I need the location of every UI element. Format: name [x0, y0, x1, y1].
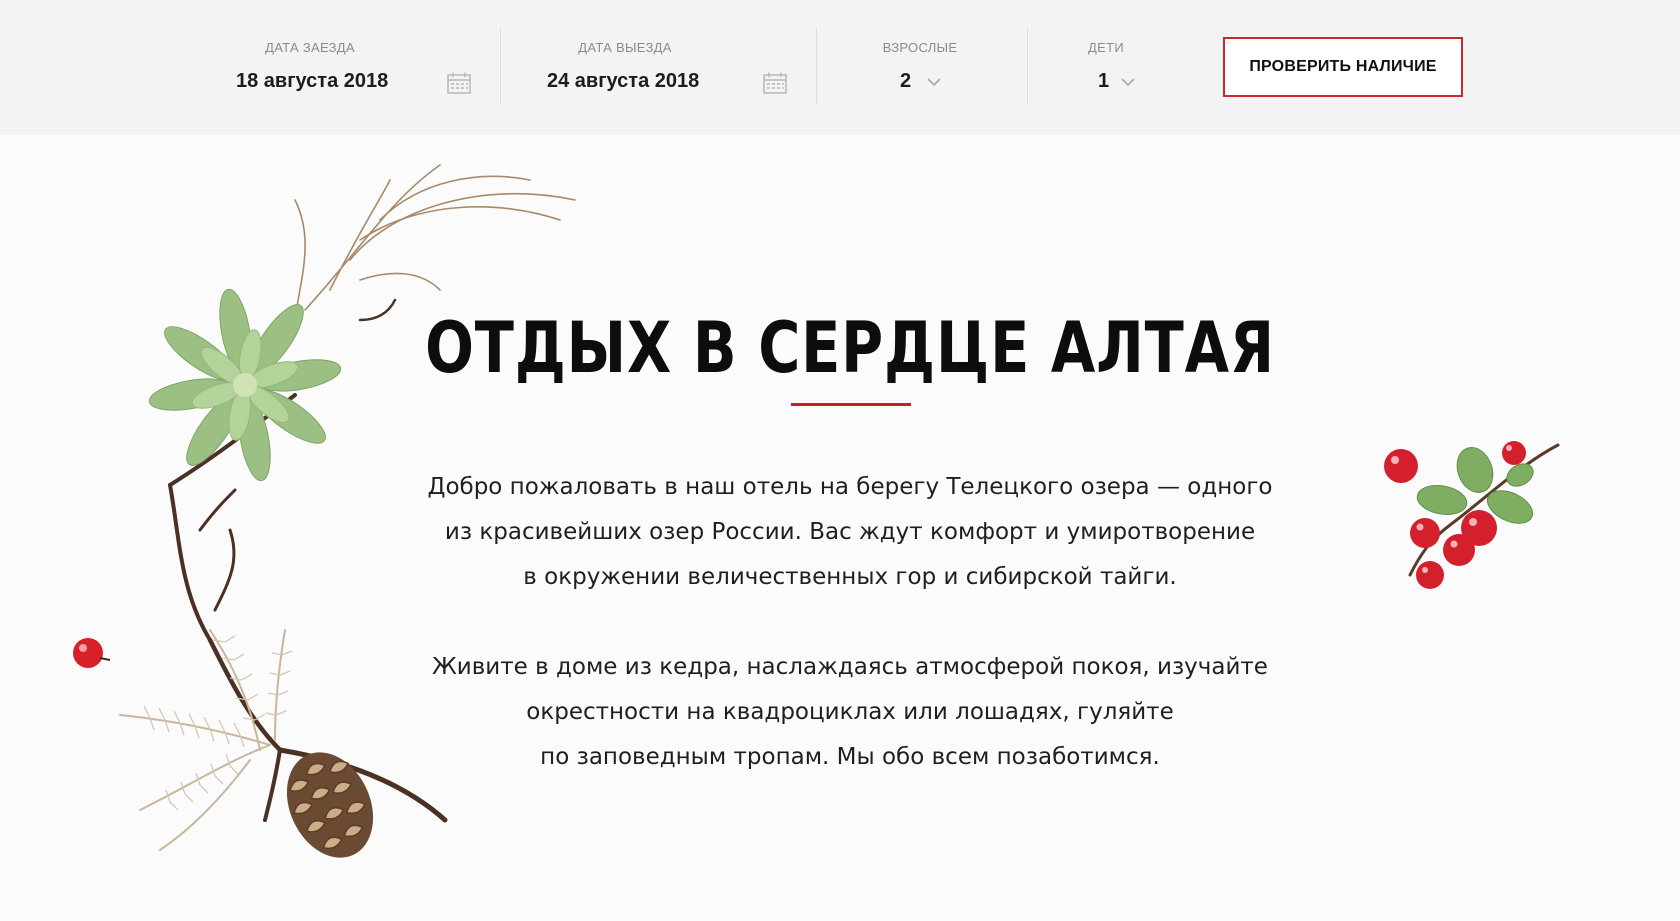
divider: [1027, 28, 1028, 104]
check-availability-button[interactable]: ПРОВЕРИТЬ НАЛИЧИЕ: [1223, 37, 1463, 97]
cranberry-branch-illustration: [1384, 441, 1560, 589]
title-underline: [791, 403, 911, 406]
divider: [816, 28, 817, 104]
checkin-field[interactable]: ДАТА ЗАЕЗДА 18 августа 2018: [210, 0, 490, 135]
page-title: ОТДЫХ В СЕРДЦЕ АЛТАЯ: [425, 307, 1275, 389]
checkout-value[interactable]: 24 августа 2018: [547, 70, 699, 93]
adults-select[interactable]: ВЗРОСЛЫЕ 2: [820, 0, 1020, 135]
children-value[interactable]: 1: [1098, 70, 1109, 93]
checkout-label: ДАТА ВЫЕЗДА: [578, 40, 672, 55]
checkin-label: ДАТА ЗАЕЗДА: [265, 40, 355, 55]
intro-line: в окружении величественных гор и сибирск…: [523, 564, 1177, 590]
calendar-icon[interactable]: [763, 72, 787, 94]
calendar-icon[interactable]: [447, 72, 471, 94]
chevron-down-icon[interactable]: [1120, 76, 1136, 88]
chevron-down-icon[interactable]: [926, 76, 942, 88]
intro-line: Добро пожаловать в наш отель на берегу Т…: [427, 474, 1273, 500]
children-select[interactable]: ДЕТИ 1: [1030, 0, 1206, 135]
berry: [73, 638, 111, 668]
activities-line: по заповедным тропам. Мы обо всем позабо…: [540, 744, 1160, 770]
intro-paragraph: Добро пожаловать в наш отель на берегу Т…: [390, 465, 1310, 600]
adults-value[interactable]: 2: [900, 70, 911, 93]
booking-bar: ДАТА ЗАЕЗДА 18 августа 2018 ДАТА ВЫЕЗДА …: [0, 0, 1680, 135]
activities-paragraph: Живите в доме из кедра, наслаждаясь атмо…: [390, 645, 1310, 780]
activities-line: Живите в доме из кедра, наслаждаясь атмо…: [432, 654, 1268, 680]
divider: [500, 28, 501, 104]
checkin-value[interactable]: 18 августа 2018: [236, 70, 388, 93]
hero-section: ОТДЫХ В СЕРДЦЕ АЛТАЯ Добро пожаловать в …: [0, 135, 1680, 921]
children-label: ДЕТИ: [1088, 40, 1124, 55]
activities-line: окрестности на квадроциклах или лошадях,…: [526, 699, 1174, 725]
intro-line: из красивейших озер России. Вас ждут ком…: [444, 519, 1256, 545]
adults-label: ВЗРОСЛЫЕ: [882, 40, 958, 55]
checkout-field[interactable]: ДАТА ВЫЕЗДА 24 августа 2018: [525, 0, 805, 135]
